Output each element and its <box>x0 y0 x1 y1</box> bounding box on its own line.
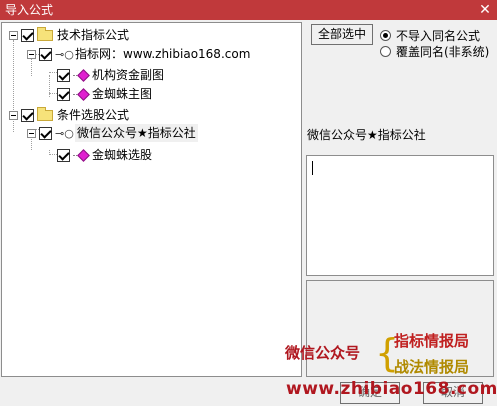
checkbox[interactable] <box>21 108 34 122</box>
checkbox[interactable] <box>21 28 34 42</box>
watermark-url: www.zhibiao168.com <box>286 379 497 399</box>
checkbox[interactable] <box>57 148 70 162</box>
select-all-button[interactable]: 全部选中 <box>311 24 373 45</box>
formula-icon <box>73 88 90 101</box>
watermark-line1: 指标情报局 <box>394 332 470 350</box>
tree-node-label: 金蜘蛛选股 <box>92 148 153 162</box>
tree-node-folder[interactable]: 技术指标公式 <box>9 26 129 44</box>
description-title: 微信公众号★指标公社 <box>307 128 426 142</box>
tree-node-label: 微信公众号★指标公社 <box>75 124 198 142</box>
watermark-weixin: 微信公众号 <box>285 344 361 362</box>
tree-node-label: 指标网：www.zhibiao168.com <box>75 47 251 61</box>
close-icon[interactable]: ✕ <box>477 2 493 18</box>
tree-node-label: 条件选股公式 <box>57 108 130 122</box>
radio-button[interactable] <box>380 30 391 41</box>
collapse-icon[interactable] <box>27 128 36 138</box>
tree-node-label: 技术指标公式 <box>57 28 130 42</box>
key-icon: ⊸○ <box>55 47 74 61</box>
collapse-icon[interactable] <box>9 110 18 120</box>
tree-node-folder[interactable]: 条件选股公式 <box>9 106 129 124</box>
folder-icon <box>37 26 53 41</box>
checkbox[interactable] <box>57 87 70 101</box>
tree-node-label: 机构资金副图 <box>92 68 165 82</box>
option-overwrite[interactable]: 覆盖同名(非系统) <box>380 43 489 60</box>
option-skip-duplicates[interactable]: 不导入同名公式 <box>380 27 480 44</box>
window-title: 导入公式 <box>5 3 54 17</box>
tree-node-author[interactable]: ⊸○ 微信公众号★指标公社 <box>27 124 198 142</box>
radio-button[interactable] <box>380 46 391 57</box>
collapse-icon[interactable] <box>9 30 18 40</box>
key-icon: ⊸○ <box>55 126 74 140</box>
checkbox[interactable] <box>39 47 52 61</box>
option-label: 不导入同名公式 <box>396 29 481 43</box>
tree-node-formula[interactable]: 金蜘蛛主图 <box>57 85 152 103</box>
folder-icon <box>37 106 53 121</box>
description-textarea[interactable] <box>306 155 494 276</box>
tree-node-label: 金蜘蛛主图 <box>92 87 153 101</box>
tree-node-author[interactable]: ⊸○ 指标网：www.zhibiao168.com <box>27 45 250 63</box>
title-bar: 导入公式 ✕ <box>0 0 497 20</box>
collapse-icon[interactable] <box>27 49 36 59</box>
text-caret <box>312 161 313 175</box>
formula-tree[interactable]: 技术指标公式 ⊸○ 指标网：www.zhibiao168.com 机构资金副图 … <box>1 22 302 377</box>
tree-node-formula[interactable]: 机构资金副图 <box>57 66 164 84</box>
formula-icon <box>73 149 90 162</box>
option-label: 覆盖同名(非系统) <box>396 45 490 59</box>
watermark-line2: 战法情报局 <box>394 358 470 376</box>
tree-node-formula[interactable]: 金蜘蛛选股 <box>57 146 152 164</box>
checkbox[interactable] <box>39 126 52 140</box>
checkbox[interactable] <box>57 68 70 82</box>
formula-icon <box>73 69 90 82</box>
